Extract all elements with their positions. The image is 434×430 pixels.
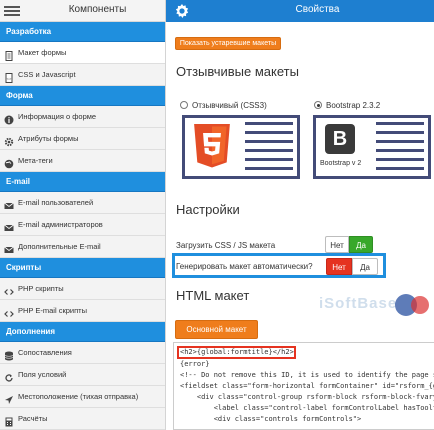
- document-icon: [4, 48, 14, 61]
- code-line: {error}: [180, 360, 210, 368]
- envelope-icon: [4, 242, 14, 253]
- html5-logo-icon: [194, 124, 230, 168]
- watermark: iSoftBase: [319, 292, 431, 318]
- info-icon: [4, 112, 14, 125]
- sidebar-item[interactable]: E-mail администраторов: [0, 214, 165, 236]
- sidebar-item-label: Атрибуты формы: [18, 134, 79, 143]
- layout-option-css3[interactable]: Отзывчивый (CSS3): [180, 101, 267, 110]
- load-css-js-toggle: Нет Да: [325, 236, 373, 253]
- settings-heading: Настройки: [176, 202, 240, 217]
- sidebar-section-header: Разработка: [0, 22, 165, 42]
- sidebar-item[interactable]: Поля условий: [0, 364, 165, 386]
- bootstrap-card-caption: Bootstrap v 2: [320, 160, 362, 167]
- menu-icon[interactable]: [4, 4, 20, 18]
- code-line: <div class="control-group rsform-block r…: [180, 393, 434, 401]
- watermark-text: iSoftBase: [319, 295, 398, 312]
- code-icon: [4, 306, 14, 317]
- main-panel: Показать устаревшие макеты Отзывчивые ма…: [166, 22, 434, 430]
- load-css-js-no-button[interactable]: Нет: [325, 236, 349, 253]
- sidebar-item-label: Мета-теги: [18, 156, 53, 165]
- radio-css3[interactable]: [180, 101, 188, 109]
- globe-icon: [4, 156, 14, 169]
- sidebar-item[interactable]: Атрибуты формы: [0, 128, 165, 150]
- database-icon: [4, 348, 14, 361]
- sidebar-item-label: PHP E-mail скрипты: [18, 306, 87, 315]
- sidebar-item-label: E-mail администраторов: [18, 220, 103, 229]
- sidebar-item-label: Информация о форме: [18, 112, 97, 121]
- watermark-circle-accent: [411, 296, 429, 314]
- sidebar-item[interactable]: Дополнительные E-mail: [0, 236, 165, 258]
- sidebar-item-label: PHP скрипты: [18, 284, 64, 293]
- sidebar-item[interactable]: Макет формы: [0, 42, 165, 64]
- sidebar-item[interactable]: <> CSS и Javascript: [0, 64, 165, 86]
- gear-icon: [4, 134, 14, 147]
- code-line: <h2>{global:formtitle}</h2>: [180, 348, 294, 356]
- gear-icon[interactable]: [175, 4, 189, 18]
- sidebar-section-header: Дополнения: [0, 322, 165, 342]
- auto-layout-toggle: Нет Да: [326, 258, 378, 275]
- main-layout-button[interactable]: Основной макет: [175, 320, 258, 339]
- auto-layout-label: Генерировать макет автоматически?: [176, 262, 313, 271]
- load-css-js-label: Загрузить CSS / JS макета: [176, 241, 276, 250]
- sidebar-title: Компоненты: [68, 4, 127, 15]
- show-legacy-layouts-button[interactable]: Показать устаревшие макеты: [175, 37, 281, 50]
- layout-option-bootstrap-label: Bootstrap 2.3.2: [326, 101, 381, 110]
- sidebar-list: Разработка Макет формы <> CSS и Javascript Ф…: [0, 22, 165, 430]
- bootstrap-logo-icon: B: [325, 124, 355, 154]
- code-line: <!-- Do not remove this ID, it is used t…: [180, 371, 434, 379]
- html-layout-heading: HTML макет: [176, 288, 250, 303]
- code-line: <div class="controls formControls">: [180, 415, 362, 423]
- sidebar-item[interactable]: Местоположение (тихая отправка): [0, 386, 165, 408]
- css3-layout-preview[interactable]: [182, 115, 300, 179]
- code-icon: [4, 284, 14, 295]
- layout-option-css3-label: Отзывчивый (CSS3): [192, 101, 267, 110]
- sidebar-item[interactable]: Мета-теги: [0, 150, 165, 172]
- svg-text:<>: <>: [7, 76, 12, 81]
- radio-bootstrap[interactable]: [314, 101, 322, 109]
- sidebar-section-header: Форма: [0, 86, 165, 106]
- envelope-icon: [4, 198, 14, 209]
- code-line: <fieldset class="form-horizontal formCon…: [180, 382, 434, 390]
- sidebar-item-label: CSS и Javascript: [18, 70, 76, 79]
- auto-layout-yes-button[interactable]: Да: [352, 258, 378, 275]
- code-line: <label class="control-label formControlL…: [180, 404, 434, 412]
- sidebar-item[interactable]: PHP E-mail скрипты: [0, 300, 165, 322]
- responsive-layouts-heading: Отзывчивые макеты: [176, 64, 299, 79]
- sidebar-section-header: E-mail: [0, 172, 165, 192]
- html-layout-editor[interactable]: <h2>{global:formtitle}</h2> {error} <!--…: [173, 342, 434, 430]
- sidebar-item-label: E-mail пользователей: [18, 198, 94, 207]
- sidebar-item-label: Расчёты: [18, 414, 48, 423]
- sidebar-item-label: Сопоставления: [18, 348, 72, 357]
- layout-option-bootstrap[interactable]: Bootstrap 2.3.2: [314, 101, 380, 110]
- load-css-js-yes-button[interactable]: Да: [349, 236, 373, 253]
- sidebar-item[interactable]: Сопоставления: [0, 342, 165, 364]
- sidebar-item-label: Дополнительные E-mail: [18, 242, 101, 251]
- bootstrap-layout-preview[interactable]: B Bootstrap v 2: [313, 115, 431, 179]
- sidebar-item-label: Местоположение (тихая отправка): [18, 392, 139, 401]
- code-file-icon: <>: [4, 70, 14, 83]
- sidebar-item-label: Макет формы: [18, 48, 67, 57]
- sidebar-item[interactable]: Расчёты: [0, 408, 165, 430]
- sidebar-header: Компоненты: [0, 0, 165, 22]
- sidebar: Компоненты Разработка Макет формы <> CSS и …: [0, 0, 166, 430]
- sidebar-section-header: Скрипты: [0, 258, 165, 278]
- properties-header: Свойства: [166, 0, 434, 22]
- properties-title: Свойства: [295, 4, 340, 15]
- auto-layout-no-button[interactable]: Нет: [326, 258, 352, 275]
- calculator-icon: [4, 414, 14, 427]
- sidebar-item[interactable]: Информация о форме: [0, 106, 165, 128]
- location-icon: [4, 392, 14, 404]
- envelope-icon: [4, 220, 14, 231]
- sidebar-item[interactable]: E-mail пользователей: [0, 192, 165, 214]
- sidebar-item[interactable]: PHP скрипты: [0, 278, 165, 300]
- refresh-icon: [4, 370, 14, 382]
- sidebar-item-label: Поля условий: [18, 370, 67, 379]
